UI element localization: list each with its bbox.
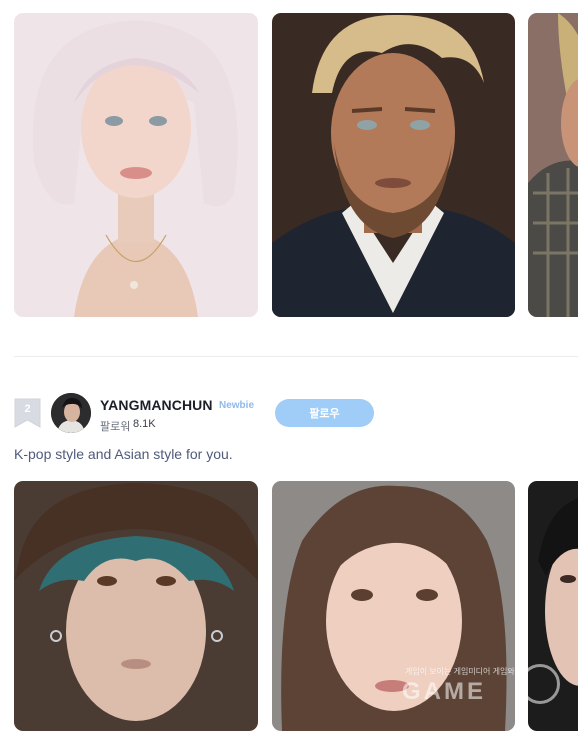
avatar-card-3[interactable] (528, 13, 578, 317)
creator-avatar-image (51, 393, 91, 433)
creator-avatar[interactable] (51, 393, 91, 433)
creator-level-badge: Newbie (219, 400, 255, 411)
rank-badge: 2 (14, 398, 41, 428)
rank-number: 2 (24, 403, 31, 415)
avatar-card-1[interactable] (14, 13, 258, 317)
watermark-logo: GAME (402, 678, 486, 705)
section-divider (14, 356, 578, 357)
watermark-circle-icon (520, 664, 560, 704)
avatar-card-2[interactable] (272, 13, 515, 317)
follower-count: 8.1K (133, 418, 156, 430)
avatar-image-platinum-bob (14, 13, 258, 317)
avatar-card-4[interactable] (14, 481, 258, 731)
creator-description: K-pop style and Asian style for you. (14, 446, 233, 462)
follow-button[interactable]: 팔로우 (275, 399, 374, 427)
avatar-image-bearded-man (272, 13, 515, 317)
follower-label: 팔로워 (100, 421, 131, 433)
watermark-subtitle: 게임이 보이는 게임미디어 게임와이 (405, 667, 523, 676)
avatar-image-teal-hair-cap (14, 481, 258, 731)
creator-username[interactable]: YANGMANCHUN (100, 397, 213, 413)
avatar-image-plaid-jacket (528, 13, 578, 317)
